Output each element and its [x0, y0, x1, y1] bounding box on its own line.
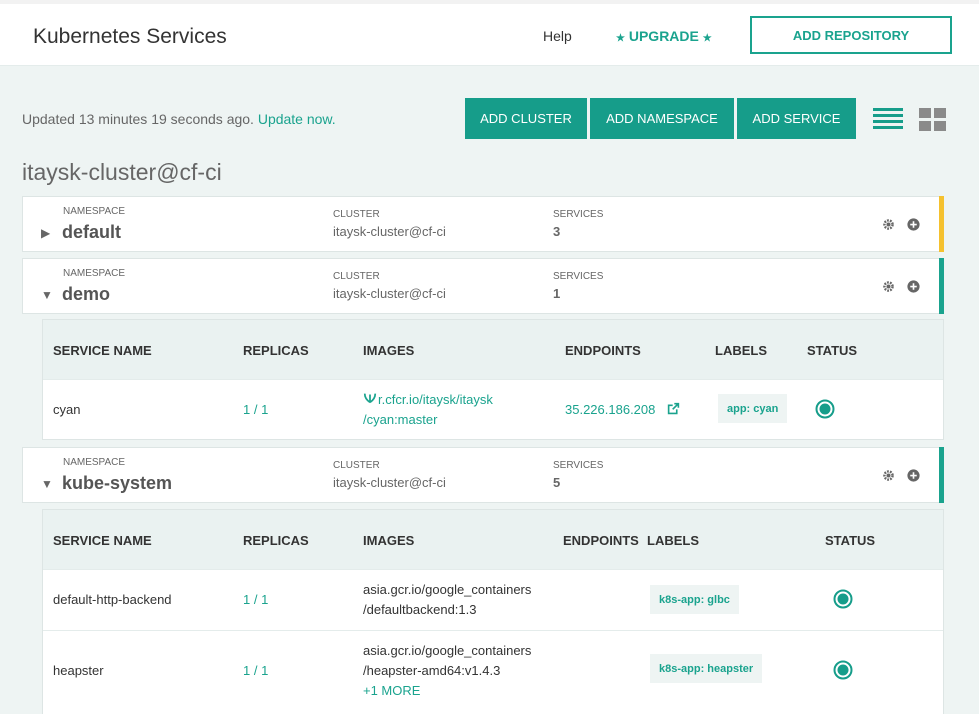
star-icon: ★: [616, 33, 625, 44]
table-header: SERVICE NAME REPLICAS IMAGES ENDPOINTS L…: [43, 320, 943, 379]
updated-text: Updated 13 minutes 19 seconds ago.: [22, 111, 254, 127]
services-table-kube-system: SERVICE NAME REPLICAS IMAGES ENDPOINTS L…: [42, 509, 944, 714]
image-line-2: /heapster-amd64:v1.4.3: [363, 663, 501, 678]
namespace-status-bar: [939, 196, 944, 252]
column-labels[interactable]: LABELS: [647, 533, 699, 548]
endpoint-link[interactable]: 35.226.186.208: [565, 402, 655, 417]
replicas-value: 1 / 1: [243, 592, 269, 607]
services-count: 1: [553, 286, 561, 301]
cluster-label: CLUSTER: [333, 209, 380, 220]
more-images-link[interactable]: +1 MORE: [363, 683, 420, 698]
table-row[interactable]: cyan 1 / 1 r.cfcr.io/itaysk/itaysk /cyan…: [43, 379, 943, 440]
cluster-title: itaysk-cluster@cf-ci: [22, 159, 222, 185]
upgrade-link[interactable]: ★ UPGRADE ★: [616, 28, 712, 44]
upgrade-label: UPGRADE: [628, 28, 699, 44]
plus-icon[interactable]: [907, 280, 920, 293]
services-label: SERVICES: [553, 460, 604, 471]
column-replicas[interactable]: REPLICAS: [243, 343, 309, 358]
table-header: SERVICE NAME REPLICAS IMAGES ENDPOINTS L…: [43, 510, 943, 569]
top-bar: Kubernetes Services Help ★ UPGRADE ★ ADD…: [0, 0, 979, 66]
namespace-status-bar: [939, 258, 944, 314]
updated-status: Updated 13 minutes 19 seconds ago. Updat…: [22, 111, 336, 127]
namespace-row-kube-system[interactable]: ▼ NAMESPACE kube-system CLUSTER itaysk-c…: [22, 447, 944, 503]
cluster-value: itaysk-cluster@cf-ci: [333, 224, 446, 239]
cluster-label: CLUSTER: [333, 271, 380, 282]
column-replicas[interactable]: REPLICAS: [243, 533, 309, 548]
app-title: Kubernetes Services: [33, 25, 227, 48]
services-count: 5: [553, 475, 561, 490]
namespace-name: kube-system: [62, 473, 173, 493]
gear-icon[interactable]: [882, 280, 895, 293]
add-namespace-button[interactable]: ADD NAMESPACE: [590, 98, 734, 139]
external-link-icon[interactable]: [667, 402, 680, 415]
label-chip: k8s-app: heapster: [650, 654, 763, 683]
table-row[interactable]: heapster 1 / 1 asia.gcr.io/google_contai…: [43, 630, 943, 714]
namespace-row-default[interactable]: ▶ NAMESPACE default CLUSTER itaysk-clust…: [22, 196, 944, 252]
namespace-label: NAMESPACE: [63, 206, 126, 217]
caret-right-icon[interactable]: ▶: [41, 226, 50, 240]
service-name[interactable]: heapster: [53, 663, 104, 678]
services-count: 3: [553, 224, 561, 239]
gear-icon[interactable]: [882, 469, 895, 482]
update-now-link[interactable]: Update now.: [258, 111, 336, 127]
column-endpoints[interactable]: ENDPOINTS: [563, 533, 639, 548]
namespace-label: NAMESPACE: [63, 268, 126, 279]
image-line-1[interactable]: r.cfcr.io/itaysk/itaysk: [378, 392, 493, 407]
namespace-status-bar: [939, 447, 944, 503]
namespace-name: default: [62, 222, 122, 242]
column-images[interactable]: IMAGES: [363, 343, 414, 358]
list-view-icon[interactable]: [873, 108, 903, 130]
service-name[interactable]: default-http-backend: [53, 592, 172, 607]
services-label: SERVICES: [553, 209, 604, 220]
status-icon: [833, 589, 853, 609]
image-line-2[interactable]: /cyan:master: [363, 412, 437, 427]
status-icon: [815, 399, 835, 419]
column-status[interactable]: STATUS: [807, 343, 857, 358]
status-icon: [833, 660, 853, 680]
add-cluster-button[interactable]: ADD CLUSTER: [465, 98, 587, 139]
service-name[interactable]: cyan: [53, 402, 80, 417]
services-table-demo: SERVICE NAME REPLICAS IMAGES ENDPOINTS L…: [42, 319, 944, 440]
column-status[interactable]: STATUS: [825, 533, 875, 548]
column-images[interactable]: IMAGES: [363, 533, 414, 548]
replicas-value: 1 / 1: [243, 663, 269, 678]
image-line-1: asia.gcr.io/google_containers: [363, 582, 532, 597]
column-service-name[interactable]: SERVICE NAME: [53, 343, 152, 358]
cluster-value: itaysk-cluster@cf-ci: [333, 286, 446, 301]
caret-down-icon[interactable]: ▼: [41, 477, 53, 491]
column-labels[interactable]: LABELS: [715, 343, 767, 358]
cluster-value: itaysk-cluster@cf-ci: [333, 475, 446, 490]
label-chip: app: cyan: [718, 394, 788, 423]
caret-down-icon[interactable]: ▼: [41, 288, 53, 302]
star-icon: ★: [702, 33, 712, 44]
image-line-1: asia.gcr.io/google_containers: [363, 643, 532, 658]
namespace-name: demo: [62, 284, 111, 304]
services-label: SERVICES: [553, 271, 604, 282]
namespace-row-demo[interactable]: ▼ NAMESPACE demo CLUSTER itaysk-cluster@…: [22, 258, 944, 314]
column-endpoints[interactable]: ENDPOINTS: [565, 343, 641, 358]
plus-icon[interactable]: [907, 218, 920, 231]
gear-icon[interactable]: [882, 218, 895, 231]
image-line-2: /defaultbackend:1.3: [363, 602, 477, 617]
add-service-button[interactable]: ADD SERVICE: [737, 98, 856, 139]
table-row[interactable]: default-http-backend 1 / 1 asia.gcr.io/g…: [43, 569, 943, 630]
label-chip: k8s-app: glbc: [650, 585, 739, 614]
column-service-name[interactable]: SERVICE NAME: [53, 533, 152, 548]
replicas-value: 1 / 1: [243, 402, 269, 417]
grid-view-icon[interactable]: [919, 108, 946, 131]
namespace-label: NAMESPACE: [63, 457, 126, 468]
help-link[interactable]: Help: [543, 28, 572, 44]
add-repository-button[interactable]: ADD REPOSITORY: [750, 16, 952, 54]
plus-icon[interactable]: [907, 469, 920, 482]
registry-icon: [363, 393, 377, 404]
cluster-label: CLUSTER: [333, 460, 380, 471]
